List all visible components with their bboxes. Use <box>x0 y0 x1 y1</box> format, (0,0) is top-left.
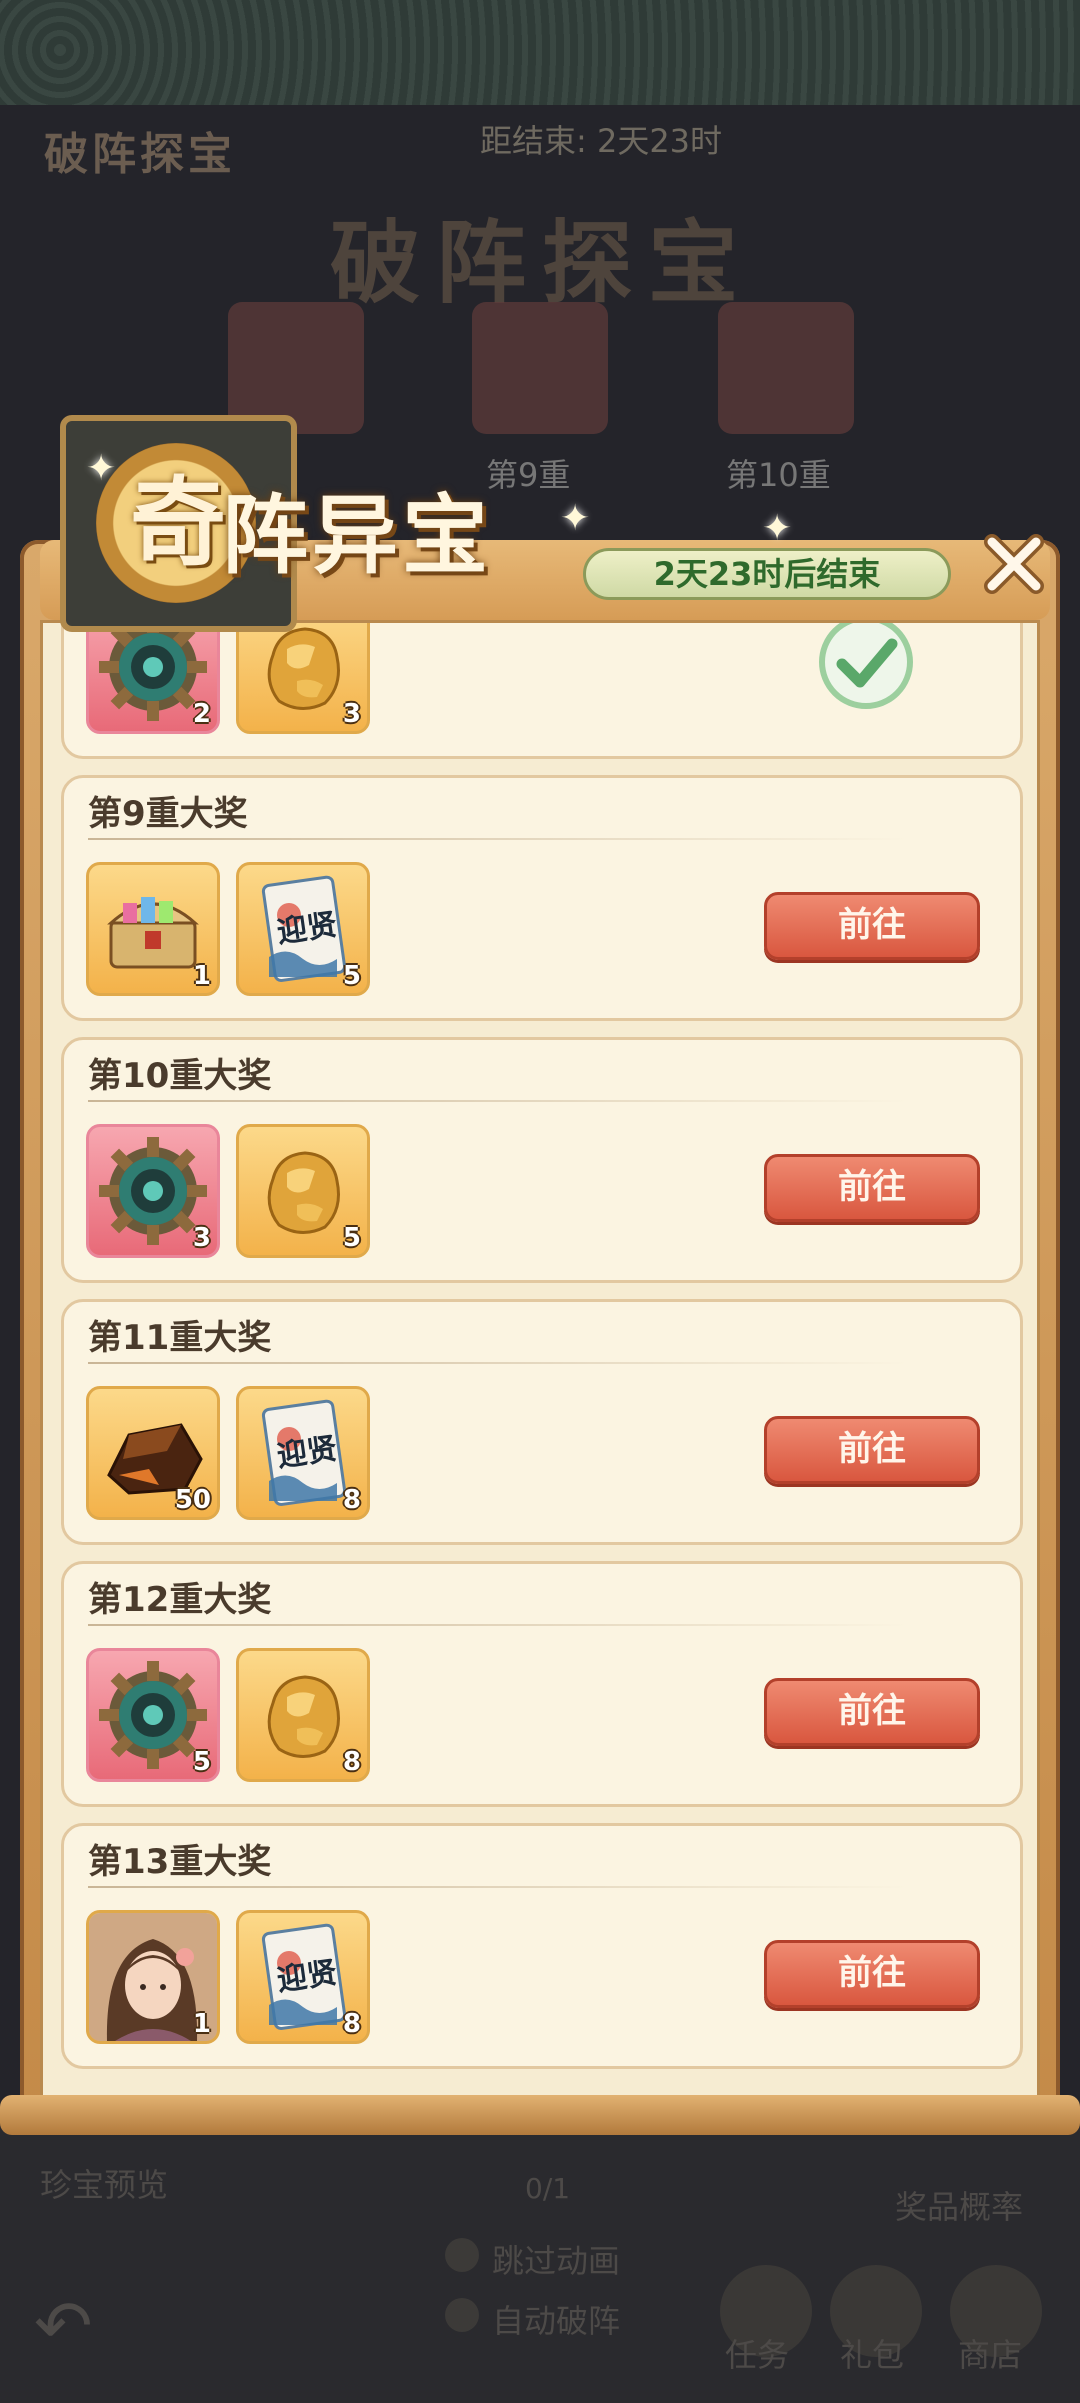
reward-item[interactable]: 5 <box>236 1124 370 1258</box>
reward-item[interactable]: 5 <box>86 1648 220 1782</box>
reward-item[interactable]: 8 <box>236 1648 370 1782</box>
row-divider <box>88 1886 908 1888</box>
reward-row: 第9重大奖 1 迎贤 5 前往 <box>61 775 1023 1021</box>
item-count: 1 <box>192 961 211 991</box>
go-button[interactable]: 前往 <box>764 1416 980 1484</box>
item-count: 3 <box>342 699 361 729</box>
reward-item[interactable]: 2 <box>86 623 220 734</box>
claimed-check-icon <box>816 623 916 712</box>
reward-row-title: 第9重大奖 <box>88 794 248 834</box>
reward-item[interactable]: 迎贤 8 <box>236 1910 370 2044</box>
reward-row: 2 3 <box>61 623 1023 759</box>
close-icon <box>984 534 1044 594</box>
item-count: 5 <box>342 961 361 991</box>
item-count: 3 <box>192 1223 211 1253</box>
item-count: 8 <box>342 1485 361 1515</box>
modal-title: 阵异宝 <box>222 486 492 586</box>
reward-item[interactable]: 迎贤 8 <box>236 1386 370 1520</box>
reward-row: 第11重大奖 50 迎贤 8 前往 <box>61 1299 1023 1545</box>
reward-item[interactable]: 1 <box>86 1910 220 2044</box>
title-first-char: 奇 <box>130 467 226 579</box>
go-button[interactable]: 前往 <box>764 892 980 960</box>
item-count: 1 <box>192 2009 211 2039</box>
reward-item[interactable]: 1 <box>86 862 220 996</box>
reward-row-title: 第12重大奖 <box>88 1580 272 1620</box>
reward-item[interactable]: 迎贤 5 <box>236 862 370 996</box>
sparkle-icon: ✦ <box>560 498 591 539</box>
item-count: 50 <box>174 1485 211 1515</box>
go-button[interactable]: 前往 <box>764 1940 980 2008</box>
reward-row-title: 第13重大奖 <box>88 1842 272 1882</box>
reward-item[interactable]: 3 <box>86 1124 220 1258</box>
reward-modal: 2 3 第9重大奖 1 迎贤 5 前往 第10重大奖 3 5 前往 第11重大奖 50 迎… <box>0 0 1080 2403</box>
item-count: 5 <box>192 1747 211 1777</box>
reward-list[interactable]: 2 3 第9重大奖 1 迎贤 5 前往 第10重大奖 3 5 前往 第11重大奖 50 迎… <box>40 620 1040 2110</box>
reward-row: 第13重大奖 1 迎贤 8 前往 <box>61 1823 1023 2069</box>
close-button[interactable] <box>978 528 1050 600</box>
sparkle-icon: ✦ <box>762 508 793 549</box>
row-divider <box>88 1100 908 1102</box>
row-divider <box>88 1624 908 1626</box>
item-count: 2 <box>192 699 211 729</box>
sparkle-icon: ✦ <box>86 448 117 489</box>
item-count: 5 <box>342 1223 361 1253</box>
reward-row-title: 第11重大奖 <box>88 1318 272 1358</box>
item-count: 8 <box>342 2009 361 2039</box>
reward-row-title: 第10重大奖 <box>88 1056 272 1096</box>
row-divider <box>88 838 908 840</box>
reward-item[interactable]: 50 <box>86 1386 220 1520</box>
go-button[interactable]: 前往 <box>764 1154 980 1222</box>
reward-row: 第12重大奖 5 8 前往 <box>61 1561 1023 1807</box>
modal-frame-bottom <box>0 2095 1080 2135</box>
row-divider <box>88 1362 908 1364</box>
item-count: 8 <box>342 1747 361 1777</box>
reward-item[interactable]: 3 <box>236 623 370 734</box>
end-time-badge: 2天23时后结束 <box>583 548 951 600</box>
go-button[interactable]: 前往 <box>764 1678 980 1746</box>
reward-row: 第10重大奖 3 5 前往 <box>61 1037 1023 1283</box>
